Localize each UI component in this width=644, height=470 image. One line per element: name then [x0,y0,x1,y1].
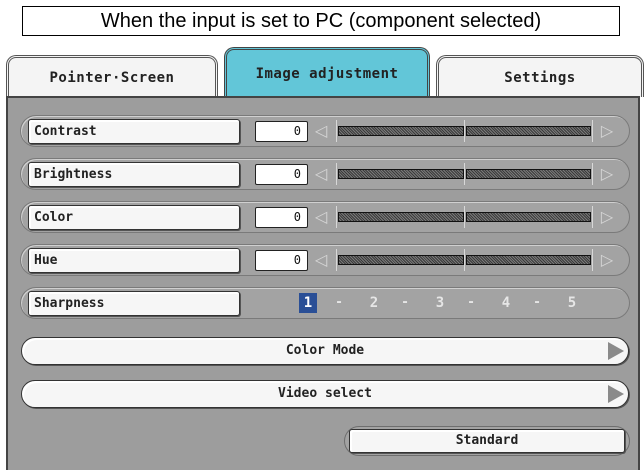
sharpness-option-5[interactable]: 5 [563,293,581,313]
slider-tick [592,163,593,185]
tab-label: Pointer·Screen [49,69,175,86]
separator-dash: - [533,295,541,310]
color-value: 0 [255,207,308,228]
color-label: Color [28,205,240,230]
brightness-label: Brightness [28,162,240,187]
contrast-row[interactable]: Contrast 0 ◁ ▷ [20,115,630,147]
hue-label: Hue [28,248,240,273]
brightness-slider[interactable] [330,163,596,185]
slider-center-tick [464,206,465,228]
sharpness-option-4[interactable]: 4 [497,293,515,313]
decrease-arrow-icon[interactable]: ◁ [314,250,328,270]
sharpness-option-1[interactable]: 1 [299,293,317,313]
slider-bar-right [466,212,591,222]
sharpness-option-3[interactable]: 3 [431,293,449,313]
increase-arrow-icon[interactable]: ▷ [600,121,614,141]
contrast-slider[interactable] [330,120,596,142]
caption-text: When the input is set to PC (component s… [100,9,542,32]
hue-row[interactable]: Hue 0 ◁ ▷ [20,244,630,276]
decrease-arrow-icon[interactable]: ◁ [314,207,328,227]
slider-tick [592,206,593,228]
separator-dash: - [467,295,475,310]
standard-button[interactable]: Standard [349,429,625,453]
color-mode-button[interactable]: Color Mode [21,337,629,365]
slider-center-tick [464,163,465,185]
hue-slider[interactable] [330,249,596,271]
tab-settings[interactable]: Settings [436,55,644,97]
tab-label: Settings [504,69,576,86]
tab-image-adjustment[interactable]: Image adjustment [224,47,430,97]
decrease-arrow-icon[interactable]: ◁ [314,121,328,141]
submenu-arrow-icon [608,342,624,360]
slider-bar-left [338,255,464,265]
slider-bar-left [338,169,464,179]
brightness-value: 0 [255,164,308,185]
increase-arrow-icon[interactable]: ▷ [600,164,614,184]
increase-arrow-icon[interactable]: ▷ [600,207,614,227]
settings-panel: Contrast 0 ◁ ▷ Brightness 0 ◁ ▷ Color 0 … [6,96,640,470]
slider-bar-right [466,255,591,265]
sharpness-option-2[interactable]: 2 [365,293,383,313]
contrast-label: Contrast [28,119,240,144]
slider-tick [592,120,593,142]
video-select-label: Video select [278,386,372,401]
slider-center-tick [464,249,465,271]
sharpness-label: Sharpness [28,291,240,316]
tab-pointer-screen[interactable]: Pointer·Screen [6,55,218,97]
slider-tick [336,249,337,271]
submenu-arrow-icon [608,385,624,403]
contrast-value: 0 [255,121,308,142]
slider-tick [336,206,337,228]
slider-tick [336,163,337,185]
separator-dash: - [335,295,343,310]
separator-dash: - [401,295,409,310]
caption-box: When the input is set to PC (component s… [22,6,620,36]
standard-button-frame: Standard [344,426,630,456]
color-mode-label: Color Mode [285,343,365,358]
sharpness-row[interactable]: Sharpness 1 - 2 - 3 - 4 - 5 [20,287,630,319]
increase-arrow-icon[interactable]: ▷ [600,250,614,270]
slider-bar-left [338,126,464,136]
color-row[interactable]: Color 0 ◁ ▷ [20,201,630,233]
slider-bar-right [466,169,591,179]
color-slider[interactable] [330,206,596,228]
slider-tick [336,120,337,142]
tab-bar: Pointer·Screen Image adjustment Settings [4,47,644,97]
slider-tick [592,249,593,271]
hue-value: 0 [255,250,308,271]
slider-bar-left [338,212,464,222]
slider-center-tick [464,120,465,142]
video-select-button[interactable]: Video select [21,380,629,408]
decrease-arrow-icon[interactable]: ◁ [314,164,328,184]
slider-bar-right [466,126,591,136]
tab-label: Image adjustment [255,65,399,82]
brightness-row[interactable]: Brightness 0 ◁ ▷ [20,158,630,190]
